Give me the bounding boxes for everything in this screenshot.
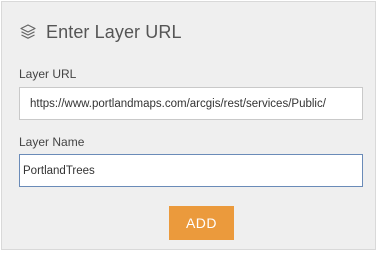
panel-title: Enter Layer URL bbox=[46, 21, 182, 42]
layer-url-label: Layer URL bbox=[19, 67, 77, 81]
layer-name-input[interactable] bbox=[19, 154, 363, 187]
layer-url-input[interactable] bbox=[19, 87, 363, 120]
layer-name-label: Layer Name bbox=[19, 135, 85, 149]
layers-icon bbox=[20, 24, 36, 39]
enter-layer-url-panel: Enter Layer URL Layer URL Layer Name ADD bbox=[1, 1, 376, 250]
panel-header: Enter Layer URL bbox=[19, 20, 182, 44]
add-button[interactable]: ADD bbox=[169, 206, 234, 240]
